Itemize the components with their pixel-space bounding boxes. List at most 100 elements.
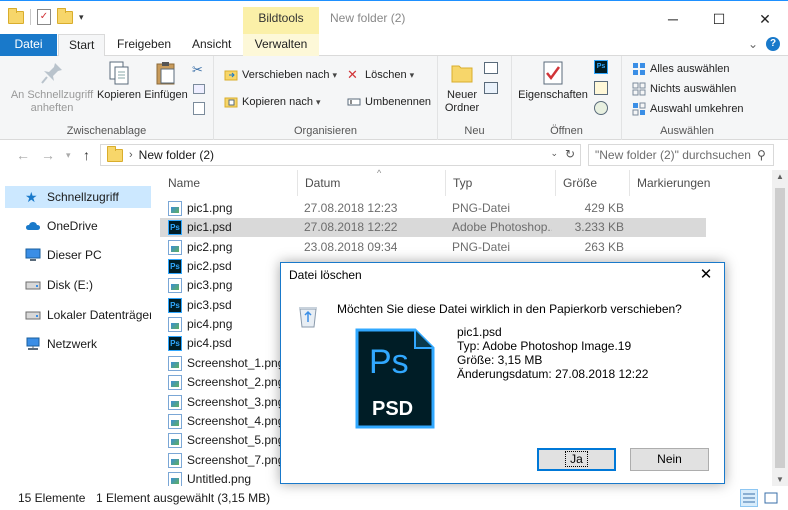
png-icon <box>168 471 182 487</box>
group-label: Organisieren <box>294 125 357 137</box>
properties-icon <box>540 60 566 86</box>
file-name-cell: pic2.psd <box>187 259 232 274</box>
file-modified-date: Änderungsdatum: 27.08.2018 12:22 <box>457 367 649 381</box>
file-size-cell: 263 KB <box>584 239 624 254</box>
column-header-tags[interactable]: Markierungen <box>630 170 730 196</box>
dialog-close-button[interactable]: ✕ <box>694 264 718 286</box>
back-arrow-icon[interactable]: ← <box>16 147 30 163</box>
address-field[interactable]: › New folder (2) ⌄ ↻ <box>100 144 581 166</box>
vertical-scrollbar[interactable]: ▲ ▼ <box>772 170 788 486</box>
scroll-up-icon[interactable]: ▲ <box>772 172 788 181</box>
psd-icon: Ps <box>168 297 182 313</box>
open-with-photoshop-icon[interactable]: Ps <box>594 60 608 74</box>
close-button[interactable]: ✕ <box>742 6 788 32</box>
paste-shortcut-icon[interactable] <box>193 102 205 115</box>
recycle-bin-icon <box>296 303 320 329</box>
select-all-button[interactable]: Alles auswählen <box>632 59 730 79</box>
table-row[interactable]: pic1.png 27.08.2018 12:23 PNG-Datei 429 KB <box>160 199 706 218</box>
nav-item-local-drive[interactable]: Lokaler Datenträger ( <box>5 304 151 326</box>
scroll-down-icon[interactable]: ▼ <box>772 475 788 484</box>
yes-button[interactable]: Ja <box>537 448 616 471</box>
collapse-ribbon-icon[interactable]: ⌄ <box>748 37 758 51</box>
delete-icon: ✕ <box>347 67 358 82</box>
nav-item-network[interactable]: Netzwerk <box>5 333 151 355</box>
no-button[interactable]: Nein <box>630 448 709 471</box>
column-header-date[interactable]: Datum <box>298 170 446 196</box>
table-row[interactable]: pic2.png 23.08.2018 09:34 PNG-Datei 263 KB <box>160 238 706 257</box>
copy-path-icon[interactable] <box>193 84 205 94</box>
group-label: Zwischenablage <box>66 125 147 137</box>
tab-start[interactable]: Start <box>58 34 106 57</box>
chevron-down-icon[interactable]: ⌄ <box>550 148 558 159</box>
details-view-icon[interactable] <box>740 489 758 507</box>
easy-access-icon[interactable] <box>484 82 498 94</box>
file-name-cell: Screenshot_7.png <box>187 452 285 467</box>
context-tab-header: Bildtools <box>243 7 319 35</box>
recent-locations-icon[interactable]: ▾ <box>66 150 71 161</box>
delete-button[interactable]: ✕ Löschen <box>347 65 414 85</box>
column-header-type[interactable]: Typ <box>446 170 556 196</box>
copy-icon <box>106 60 132 86</box>
properties-button[interactable]: Eigenschaften <box>518 60 588 102</box>
history-icon[interactable] <box>594 101 608 115</box>
group-new: Neuer Ordner Neu <box>438 56 512 140</box>
minimize-button[interactable]: ─ <box>650 6 696 32</box>
tab-manage[interactable]: Verwalten <box>243 34 319 56</box>
help-icon[interactable]: ? <box>766 37 780 51</box>
move-to-button[interactable]: Verschieben nach <box>224 65 337 85</box>
select-none-button[interactable]: Nichts auswählen <box>632 79 736 99</box>
group-select: Alles auswählen Nichts auswählen Auswahl… <box>622 56 752 140</box>
invert-selection-button[interactable]: Auswahl umkehren <box>632 99 744 119</box>
edit-icon[interactable] <box>594 81 608 95</box>
pin-quick-access-button[interactable]: An Schnellzugriff anheften <box>8 60 96 115</box>
new-folder-icon <box>449 60 475 86</box>
select-none-icon <box>632 82 646 96</box>
paste-icon <box>153 60 179 86</box>
refresh-icon[interactable]: ↻ <box>565 147 575 161</box>
tab-file[interactable]: Datei <box>0 34 57 56</box>
navigation-pane: ★ Schnellzugriff OneDrive Dieser PC Disk… <box>0 178 152 486</box>
maximize-button[interactable]: ☐ <box>696 6 742 32</box>
column-header-size[interactable]: Größe <box>556 170 630 196</box>
copy-button[interactable]: Kopieren <box>96 60 142 102</box>
column-header-name[interactable]: Name <box>161 170 298 196</box>
tab-view[interactable]: Ansicht <box>182 34 241 56</box>
select-all-icon <box>632 62 646 76</box>
large-icons-view-icon[interactable] <box>762 489 780 507</box>
invert-selection-icon <box>632 102 646 116</box>
forward-arrow-icon[interactable]: → <box>41 147 55 163</box>
psd-icon: Ps <box>168 259 182 275</box>
chevron-right-icon[interactable]: › <box>129 149 133 161</box>
search-input[interactable]: "New folder (2)" durchsuchen <box>588 144 774 166</box>
new-folder-button[interactable]: Neuer Ordner <box>440 60 484 115</box>
network-icon <box>25 337 41 351</box>
up-arrow-icon[interactable]: ↑ <box>83 147 90 163</box>
cut-icon[interactable]: ✂ <box>192 62 203 78</box>
paste-button[interactable]: Einfügen <box>142 60 190 102</box>
breadcrumb[interactable]: New folder (2) <box>139 148 214 162</box>
customize-toolbar-icon[interactable]: ▾ <box>79 12 84 23</box>
divider <box>30 9 31 25</box>
new-folder-icon[interactable] <box>57 7 73 24</box>
png-icon <box>168 433 182 449</box>
nav-item-quick-access[interactable]: ★ Schnellzugriff <box>5 186 151 208</box>
file-type-cell: Adobe Photoshop... <box>452 220 552 235</box>
ribbon-tabs: Datei Start Freigeben Ansicht Verwalten … <box>0 34 788 57</box>
file-date-cell: 23.08.2018 09:34 <box>304 239 398 254</box>
copy-to-button[interactable]: Kopieren nach <box>224 92 320 112</box>
group-label: Auswählen <box>660 125 714 137</box>
rename-button[interactable]: Umbenennen <box>347 92 431 112</box>
psd-label: PSD <box>372 398 413 420</box>
drive-icon <box>25 308 41 322</box>
new-item-icon[interactable] <box>484 62 498 74</box>
nav-item-onedrive[interactable]: OneDrive <box>5 215 151 237</box>
tab-share[interactable]: Freigeben <box>107 34 181 56</box>
nav-item-disk-e[interactable]: Disk (E:) <box>5 274 151 296</box>
table-row[interactable]: Ps pic1.psd 27.08.2018 12:22 Adobe Photosho… <box>160 218 706 238</box>
properties-icon[interactable]: ✓ <box>37 9 51 25</box>
file-name: pic1.psd <box>457 325 502 339</box>
scrollbar-thumb[interactable] <box>775 188 785 468</box>
group-label: Öffnen <box>550 125 583 137</box>
nav-item-this-pc[interactable]: Dieser PC <box>5 244 151 266</box>
rename-icon <box>347 95 361 109</box>
